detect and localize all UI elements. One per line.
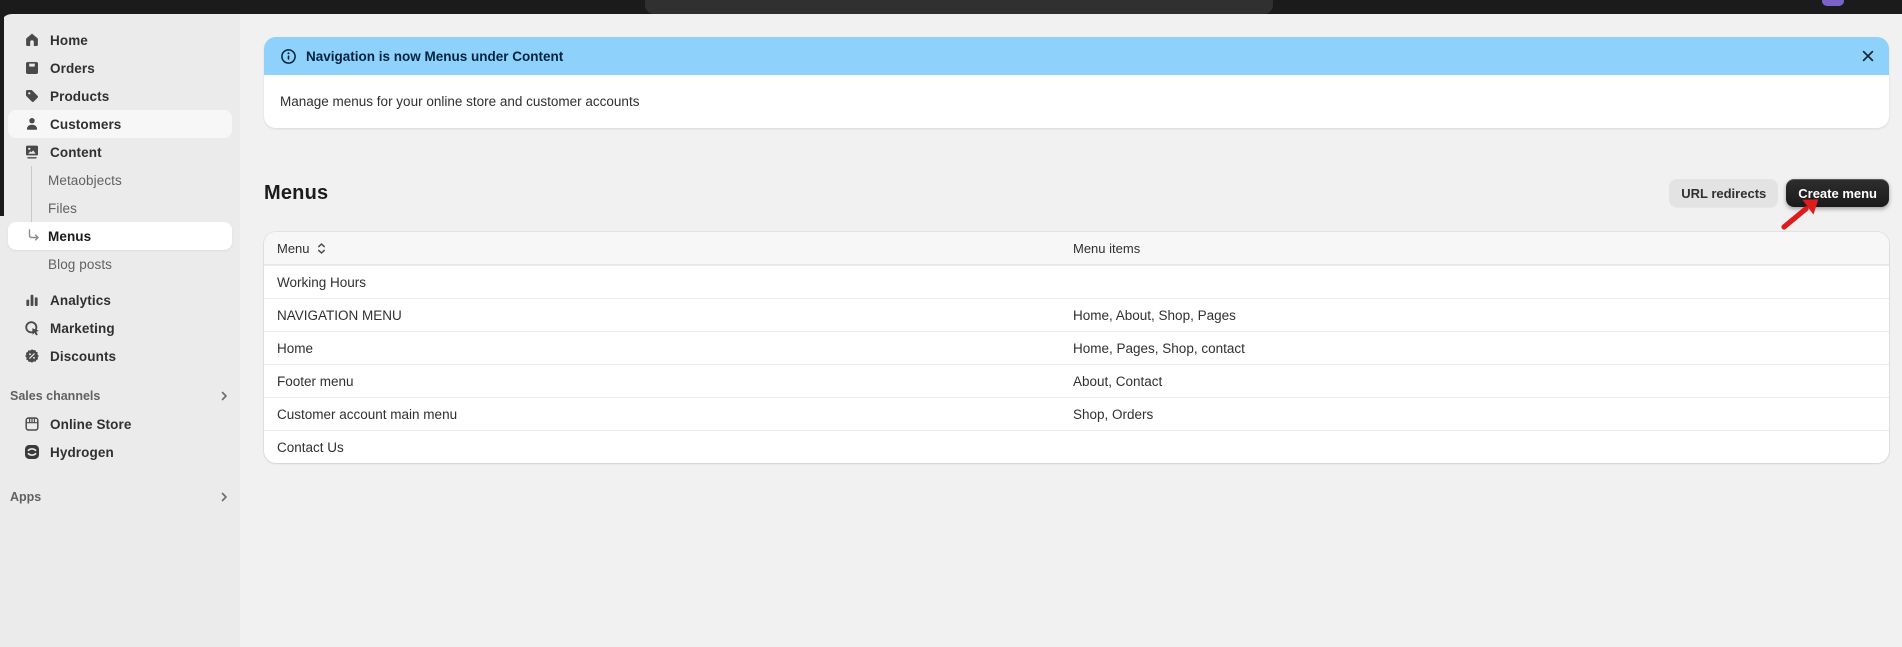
sidebar-secondary-nav: Analytics Marketing Discounts [0,286,240,370]
close-icon[interactable] [1859,47,1877,65]
sidebar-item-label: Hydrogen [50,445,114,460]
home-icon [24,32,40,48]
section-label: Apps [10,490,218,504]
sidebar-sales-channels-nav: Online Store Hydrogen [0,410,240,466]
sidebar-item-label: Customers [50,117,121,132]
sidebar-item-label: Products [50,89,109,104]
discounts-icon [24,348,40,364]
sidebar-section-apps[interactable]: Apps [0,488,240,506]
sidebar-item-label: Metaobjects [48,173,122,188]
content-icon [24,144,40,160]
menu-items: Shop, Orders [1073,407,1153,422]
hydrogen-icon [24,444,40,460]
table-row[interactable]: Contact Us [264,430,1889,463]
chevron-right-icon [218,491,230,503]
sidebar-item-label: Analytics [50,293,111,308]
info-banner: Navigation is now Menus under Content Ma… [264,37,1889,128]
sidebar-item-label: Blog posts [48,257,112,272]
customers-icon [24,116,40,132]
search-bar-remnant[interactable] [645,0,1273,14]
store-avatar[interactable] [1822,0,1844,6]
menu-name[interactable]: Contact Us [277,440,344,455]
info-banner-header: Navigation is now Menus under Content [264,37,1889,75]
sidebar-section-sales-channels[interactable]: Sales channels [0,387,240,405]
analytics-icon [24,292,40,308]
sidebar-item-label: Files [48,201,77,216]
sidebar-item-label: Menus [48,229,91,244]
sidebar-item-menus[interactable]: Menus [8,222,232,250]
products-icon [24,88,40,104]
sidebar-item-customers[interactable]: Customers [8,110,232,138]
submenu-arrow-icon [27,229,41,243]
storefront-icon [24,416,40,432]
sidebar-item-online-store[interactable]: Online Store [8,410,232,438]
menu-name[interactable]: Working Hours [277,275,366,290]
menu-items: Home, Pages, Shop, contact [1073,341,1245,356]
table-header-row: Menu Menu items [264,232,1889,265]
table-row[interactable]: Footer menu About, Contact [264,364,1889,397]
sidebar-item-marketing[interactable]: Marketing [8,314,232,342]
sidebar-item-analytics[interactable]: Analytics [8,286,232,314]
menu-items: Home, About, Shop, Pages [1073,308,1236,323]
sidebar-item-label: Home [50,33,88,48]
table-row[interactable]: Working Hours [264,265,1889,298]
sidebar-item-files[interactable]: Files [8,194,232,222]
section-label: Sales channels [10,389,218,403]
menus-table: Menu Menu items Working Hours NAVIGATION… [264,232,1889,463]
menu-name[interactable]: NAVIGATION MENU [277,308,402,323]
info-icon [280,48,297,65]
frame-left-edge [0,14,4,216]
sidebar-main-nav: Home Orders Products Customers Content M… [0,26,240,278]
sidebar-item-label: Discounts [50,349,116,364]
banner-body: Manage menus for your online store and c… [264,75,1889,128]
sidebar-item-label: Orders [50,61,95,76]
page-title: Menus [264,182,1669,205]
table-row[interactable]: NAVIGATION MENU Home, About, Shop, Pages [264,298,1889,331]
top-bar [0,0,1902,14]
sidebar-item-discounts[interactable]: Discounts [8,342,232,370]
sidebar-item-label: Online Store [50,417,131,432]
menu-name[interactable]: Customer account main menu [277,407,457,422]
sidebar-item-hydrogen[interactable]: Hydrogen [8,438,232,466]
chevron-right-icon [218,390,230,402]
menu-name[interactable]: Home [277,341,313,356]
menu-name[interactable]: Footer menu [277,374,354,389]
url-redirects-button[interactable]: URL redirects [1669,179,1778,207]
table-row[interactable]: Home Home, Pages, Shop, contact [264,331,1889,364]
menu-items: About, Contact [1073,374,1162,389]
page-header: Menus URL redirects Create menu [264,178,1889,208]
sidebar-item-products[interactable]: Products [8,82,232,110]
sidebar-item-metaobjects[interactable]: Metaobjects [8,166,232,194]
sidebar-item-content[interactable]: Content [8,138,232,166]
sidebar-item-label: Marketing [50,321,115,336]
main-content: Navigation is now Menus under Content Ma… [240,14,1902,647]
sidebar-item-label: Content [50,145,102,160]
sidebar: Home Orders Products Customers Content M… [0,14,240,647]
sidebar-item-orders[interactable]: Orders [8,54,232,82]
column-header-menu[interactable]: Menu [277,241,310,256]
sidebar-item-home[interactable]: Home [8,26,232,54]
table-row[interactable]: Customer account main menu Shop, Orders [264,397,1889,430]
orders-icon [24,60,40,76]
banner-title: Navigation is now Menus under Content [306,49,563,64]
create-menu-button[interactable]: Create menu [1786,179,1889,207]
marketing-icon [24,320,40,336]
banner-description: Manage menus for your online store and c… [280,94,639,109]
sidebar-item-blog-posts[interactable]: Blog posts [8,250,232,278]
sort-icon[interactable] [316,242,327,255]
column-header-menu-items: Menu items [1073,241,1140,256]
